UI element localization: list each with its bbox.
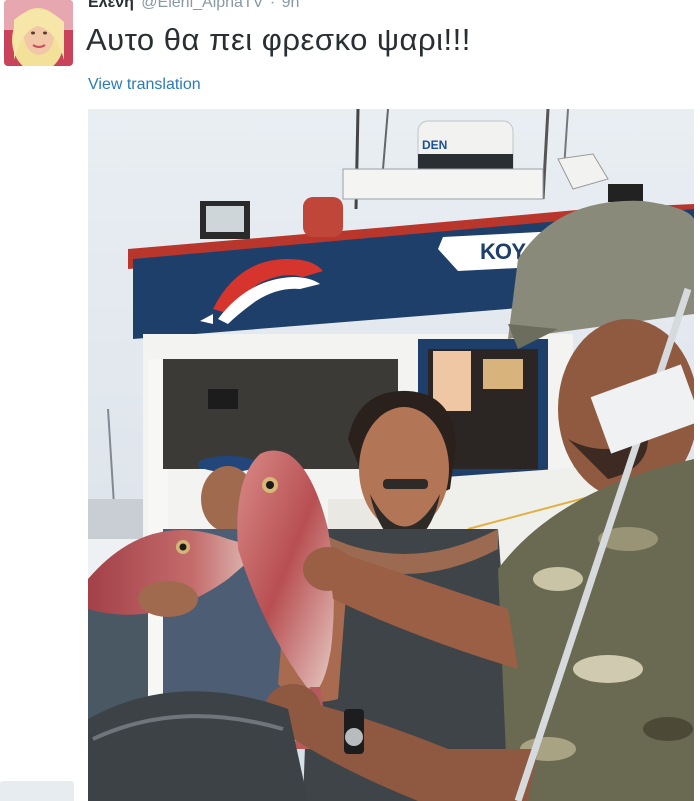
author-name[interactable]: Ελενη — [88, 0, 134, 11]
header-separator: · — [269, 0, 276, 11]
view-translation-link[interactable]: View translation — [88, 76, 201, 94]
radar-label: DEN — [422, 138, 447, 152]
avatar-blonde-woman — [4, 0, 73, 66]
fishermen-photo: DEN ΚΟΥΛΑ Φ — [88, 109, 694, 801]
tweet-header: Ελενη @Eleni_AlphaTV · 9h — [88, 0, 299, 16]
tweet-text: Αυτο θα πει φρεσκο ψαρι!!! — [86, 22, 471, 57]
sidebar-edge — [0, 781, 74, 801]
tweet-photo[interactable]: DEN ΚΟΥΛΑ Φ — [88, 109, 694, 801]
tweet-timestamp[interactable]: 9h — [282, 0, 300, 11]
author-handle[interactable]: @Eleni_AlphaTV — [141, 0, 263, 11]
author-avatar[interactable] — [4, 0, 73, 66]
